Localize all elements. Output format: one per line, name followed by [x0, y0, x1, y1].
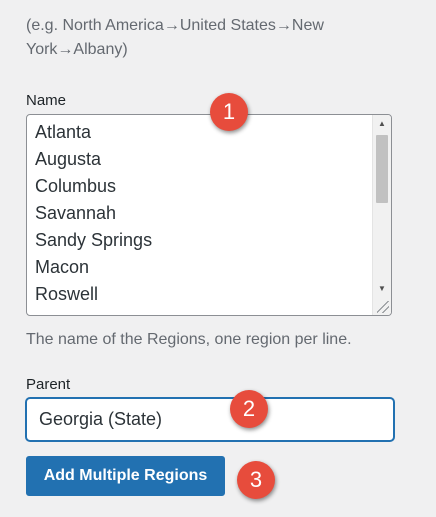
annotation-badge-1: 1: [210, 93, 248, 131]
scrollbar-thumb[interactable]: [376, 135, 388, 203]
annotation-badge-3: 3: [237, 461, 275, 499]
parent-input[interactable]: [26, 398, 394, 441]
resize-grip-icon[interactable]: [377, 301, 389, 313]
name-lines: Atlanta Augusta Columbus Savannah Sandy …: [35, 119, 369, 308]
name-line: Savannah: [35, 203, 117, 223]
name-line: Roswell: [35, 284, 99, 304]
name-line: Atlanta: [35, 122, 92, 142]
name-line: Columbus: [35, 176, 117, 196]
parent-label: Parent: [26, 376, 71, 393]
name-line: Macon: [35, 257, 90, 277]
name-label: Name: [26, 92, 67, 109]
scroll-up-arrow-icon[interactable]: ▲: [373, 115, 391, 132]
hint-text: (e.g. North America→United States→New Yo…: [26, 17, 324, 58]
add-multiple-regions-button[interactable]: Add Multiple Regions: [26, 456, 225, 496]
name-line: Sandy Springs: [35, 230, 153, 250]
scroll-down-arrow-icon[interactable]: ▼: [373, 280, 391, 297]
name-description: The name of the Regions, one region per …: [26, 331, 352, 348]
name-line: Augusta: [35, 149, 102, 169]
name-textarea[interactable]: Atlanta Augusta Columbus Savannah Sandy …: [26, 114, 392, 316]
textarea-scrollbar[interactable]: ▲ ▼: [372, 115, 391, 315]
annotation-badge-2: 2: [230, 390, 268, 428]
